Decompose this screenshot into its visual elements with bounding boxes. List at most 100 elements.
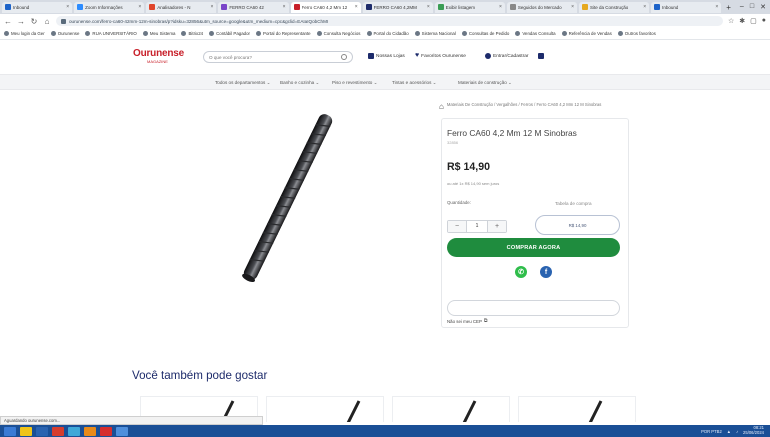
profile-icon[interactable]: ● [762,17,766,25]
close-icon[interactable]: × [715,4,718,10]
decrement-button[interactable]: − [448,221,466,232]
category-all[interactable]: Todos os departamentos ⌄ [215,80,270,86]
browser-tab[interactable]: Seguidos do Mercado × [506,1,577,13]
browser-tab[interactable]: Analisadores - N × [146,1,217,13]
keyboard-layout[interactable]: POR PTB2 [701,429,722,434]
sidebar-icon[interactable]: ▢ [750,17,757,25]
browser-tab[interactable]: Inbound × [651,1,722,13]
bookmark-item[interactable]: Portal do Cidadão [366,31,409,36]
bookmark-item[interactable]: Consultas de Pedido [461,31,509,36]
bookmark-item[interactable]: Bitrix24 [181,31,203,36]
address-bar[interactable]: ourunense.com/ferro-ca60-42mm-12m-sinobr… [56,16,723,26]
browser-tab[interactable]: FERRO CA60 4,2MM × [362,1,433,13]
back-icon[interactable]: ← [4,17,12,26]
close-icon[interactable]: × [571,4,574,10]
app-icon[interactable] [68,426,80,436]
bookmark-item[interactable]: Meu login da Ger [4,31,45,36]
network-icon[interactable]: ▲ [727,429,731,434]
bookmark-item[interactable]: Meu Sistema [142,31,175,36]
search-input[interactable] [209,54,341,60]
product-title: Ferro CA60 4,2 Mm 12 M Sinobras [447,128,577,138]
category-paints[interactable]: Tintas e acessórios ⌄ [392,80,437,86]
category-floors[interactable]: Piso e revestimento ⌄ [332,80,377,86]
browser-tab[interactable]: Inbound × [2,1,73,13]
bookmark-item[interactable]: Sistema Nacional [414,31,456,36]
purchase-table-link[interactable]: Tabela de compra [555,201,592,206]
volume-icon[interactable]: ♪ [736,429,738,434]
url-text[interactable]: ourunense.com/ferro-ca60-42mm-12m-sinobr… [69,19,328,24]
bookmark-folder[interactable]: Outros favoritos [617,31,656,36]
minimize-icon[interactable]: – [740,3,744,11]
new-tab-button[interactable]: + [723,3,734,12]
recommendation-card[interactable] [518,396,636,422]
browser-tab-active[interactable]: Ferro CA60 4,2 Mm 12 × [290,1,361,13]
cep-input[interactable] [448,301,619,315]
app-icon[interactable] [84,426,96,436]
facebook-icon[interactable]: f [540,266,552,278]
site-logo[interactable]: Ourunense MAGAZINE [133,48,193,70]
close-icon[interactable]: × [499,4,502,10]
bookmark-label: Meu login da Ger [11,31,45,36]
quantity-label: Quantidade: [447,200,471,205]
close-window-icon[interactable]: ✕ [760,3,766,11]
bookmark-item[interactable]: RUA UNIVERSITÁRIO [85,31,137,36]
bookmark-item[interactable]: Contábil Pagador [209,31,250,36]
close-icon[interactable]: × [283,4,286,10]
add-to-cart-button[interactable]: R$ 14,90 [535,215,620,235]
search-icon[interactable] [341,54,347,60]
stores-link[interactable]: Nossas Lojas [368,53,405,59]
home-icon[interactable]: ⌂ [439,102,444,116]
cep-field[interactable] [447,300,620,316]
favorites-link[interactable]: ♥ Favoritos Ourunense [415,52,466,59]
browser-tab[interactable]: FERRO CA60 42 × [218,1,289,13]
star-icon[interactable]: ☆ [728,17,734,25]
close-icon[interactable]: × [66,4,69,10]
bookmark-item[interactable]: Vendas Consulta [515,31,556,36]
cep-help-link[interactable]: Não sei meu CEP ⧉ [447,318,487,324]
close-icon[interactable]: × [210,4,213,10]
user-icon [485,53,491,59]
app-icon[interactable] [52,426,64,436]
cart-link[interactable] [538,53,544,59]
buy-now-button[interactable]: COMPRAR AGORA [447,238,620,257]
start-icon[interactable] [4,426,16,436]
file-explorer-icon[interactable] [20,426,32,436]
tab-favicon-icon [654,4,661,10]
close-icon[interactable]: × [355,4,358,10]
close-icon[interactable]: × [138,4,141,10]
browser-tab[interactable]: Zoom Informações × [74,1,145,13]
recommendation-card[interactable] [266,396,384,422]
bookmark-icon [85,31,91,36]
bookmark-item[interactable]: Ourunense [50,31,79,36]
search-box[interactable] [203,51,353,63]
login-link[interactable]: Entrar/Cadastrar [485,53,528,59]
app-icon[interactable] [116,426,128,436]
forward-icon[interactable]: → [17,17,25,26]
close-icon[interactable]: × [427,4,430,10]
app-icon[interactable] [36,426,48,436]
close-icon[interactable]: × [643,4,646,10]
whatsapp-icon[interactable]: ✆ [515,266,527,278]
breadcrumb-text[interactable]: Materiais De Construção / Vergalhões / F… [447,102,602,116]
category-bath-kitchen[interactable]: Banho e cozinha ⌄ [280,80,319,86]
bookmark-item[interactable]: Consulta Negócios [316,31,361,36]
reload-icon[interactable]: ↻ [30,17,38,26]
chrome-icon[interactable] [100,426,112,436]
recommendation-card[interactable] [392,396,510,422]
category-materials[interactable]: Materiais de construção ⌄ [458,80,512,86]
bookmark-item[interactable]: Portal do Representante [256,31,311,36]
maximize-icon[interactable]: □ [750,3,754,11]
home-icon[interactable]: ⌂ [43,17,51,26]
product-price: R$ 14,90 [447,161,490,173]
clock[interactable]: 08:21 25/06/2024 [743,426,764,435]
quantity-stepper[interactable]: − 1 + [447,220,507,233]
browser-tab[interactable]: Exibir listagem × [434,1,505,13]
increment-button[interactable]: + [488,221,506,232]
tab-favicon-icon [365,4,372,10]
browser-tab[interactable]: Site da Construção × [579,1,650,13]
cep-help-text: Não sei meu CEP [447,318,482,324]
quantity-value[interactable]: 1 [466,221,488,232]
tab-title: FERRO CA60 42 [229,4,264,10]
bookmark-item[interactable]: Referência de Vendas [561,31,612,36]
extensions-icon[interactable]: ✱ [739,17,745,25]
